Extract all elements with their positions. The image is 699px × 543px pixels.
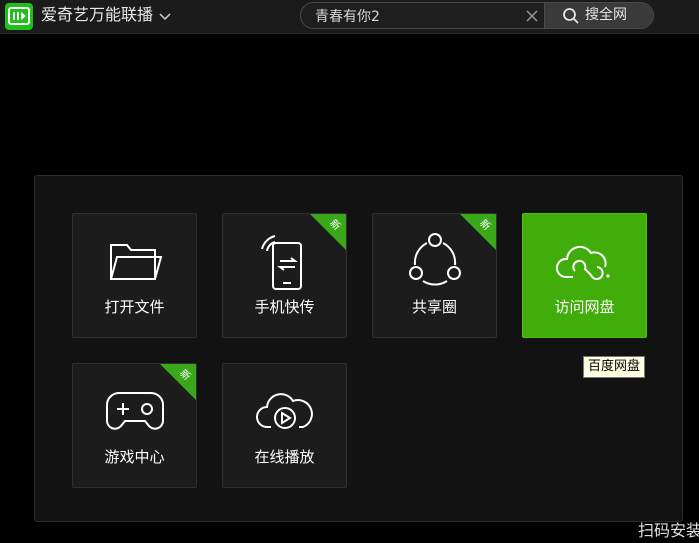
tile-label: 共享圈 bbox=[411, 298, 457, 316]
tooltip: 百度网盘 bbox=[583, 356, 646, 378]
folder-icon bbox=[105, 231, 165, 291]
tile-open-file[interactable]: 打开文件 bbox=[72, 213, 197, 338]
share-circle-icon bbox=[405, 231, 465, 291]
tile-label: 访问网盘 bbox=[554, 298, 615, 316]
app-logo-icon[interactable] bbox=[5, 3, 33, 30]
gamepad-icon bbox=[105, 381, 165, 441]
app-title-menu[interactable]: 爱奇艺万能联播 bbox=[41, 4, 171, 27]
new-badge: 新 bbox=[160, 364, 196, 400]
clear-search-icon[interactable] bbox=[523, 7, 541, 25]
cloud-play-icon bbox=[255, 381, 315, 441]
scan-install-link[interactable]: 扫码安装 bbox=[638, 520, 699, 542]
tile-share-circle[interactable]: 共享圈 新 bbox=[372, 213, 497, 338]
cloud-drive-icon bbox=[555, 231, 615, 291]
tile-cloud-drive[interactable]: 访问网盘 bbox=[522, 213, 647, 338]
tile-phone-transfer[interactable]: 手机快传 新 bbox=[222, 213, 347, 338]
search-icon bbox=[562, 7, 580, 29]
tile-label: 打开文件 bbox=[104, 298, 165, 316]
tile-label: 游戏中心 bbox=[104, 448, 165, 466]
search-input[interactable] bbox=[315, 6, 515, 25]
tile-online-play[interactable]: 在线播放 bbox=[222, 363, 347, 488]
features-panel: 打开文件 手机快传 新 共享圈 新 访问网盘 游戏中心 新 在线播放 bbox=[34, 175, 683, 522]
new-badge: 新 bbox=[310, 214, 346, 250]
search-all-label: 搜全网 bbox=[585, 7, 627, 23]
tile-label: 在线播放 bbox=[254, 448, 315, 466]
chevron-down-icon bbox=[159, 5, 171, 27]
title-bar: 爱奇艺万能联播 搜全网 bbox=[0, 0, 699, 34]
app-title-text: 爱奇艺万能联播 bbox=[41, 5, 154, 24]
new-badge: 新 bbox=[460, 214, 496, 250]
tile-label: 手机快传 bbox=[254, 298, 315, 316]
search-all-button[interactable]: 搜全网 bbox=[544, 3, 653, 28]
tile-game-center[interactable]: 游戏中心 新 bbox=[72, 363, 197, 488]
search-box: 搜全网 bbox=[300, 2, 654, 29]
phone-transfer-icon bbox=[255, 231, 315, 291]
